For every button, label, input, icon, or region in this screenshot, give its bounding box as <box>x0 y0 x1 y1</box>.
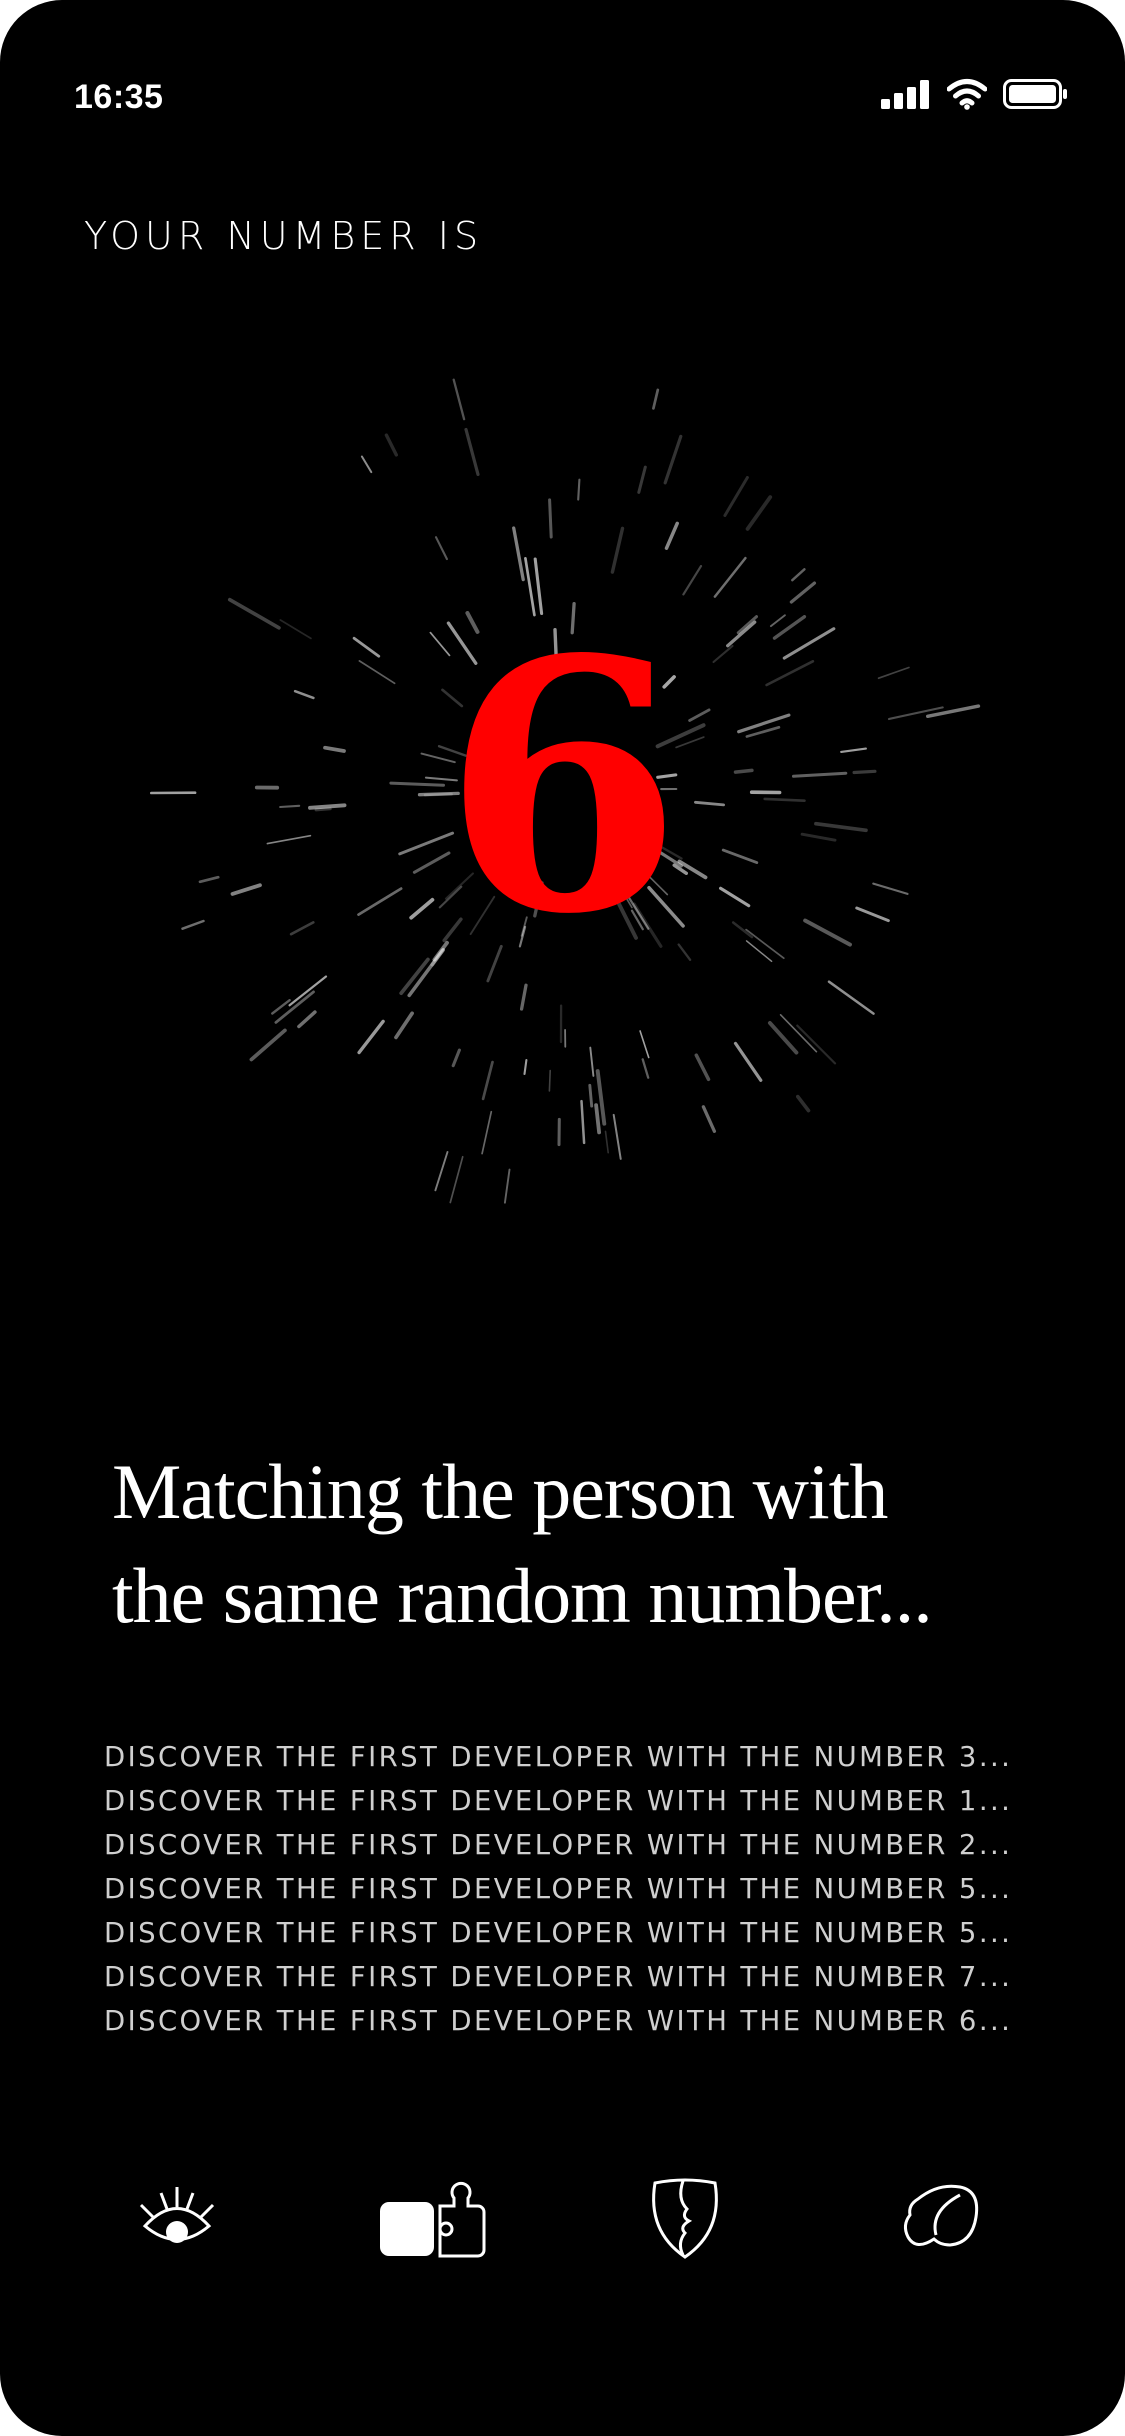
shield-face-icon <box>643 2175 727 2266</box>
matching-headline: Matching the person with the same random… <box>112 1440 1032 1648</box>
tab-shield[interactable] <box>630 2170 740 2270</box>
sparkle-ray <box>594 1103 601 1135</box>
tab-eye[interactable] <box>122 2170 232 2270</box>
discovery-log: DISCOVER THE FIRST DEVELOPER WITH THE NU… <box>104 1735 1012 2043</box>
sparkle-ray <box>610 526 625 574</box>
sparkle-ray <box>384 433 398 457</box>
sparkle-ray <box>580 1099 586 1145</box>
sparkle-ray <box>663 434 683 485</box>
sparkle-ray <box>434 1151 449 1192</box>
sparkle-ray <box>652 388 660 410</box>
sparkle-ray <box>297 1010 317 1029</box>
sparkle-ray <box>779 1013 818 1053</box>
assigned-number: 6 <box>442 585 683 990</box>
sparkle-ray <box>512 526 525 582</box>
sparkle-ray <box>791 568 806 582</box>
sparkle-ray <box>481 1110 493 1155</box>
sparkle-ray <box>694 1053 711 1082</box>
sparkle-ray <box>827 980 875 1015</box>
sparkle-ray <box>588 1083 594 1108</box>
sparkle-ray <box>452 378 466 421</box>
log-entry: DISCOVER THE FIRST DEVELOPER WITH THE NU… <box>104 1829 1013 1861</box>
sparkle-ray <box>481 1060 494 1101</box>
sparkle-ray <box>701 1105 717 1133</box>
sparkle-ray <box>745 495 773 531</box>
sparkle-ray <box>639 1030 650 1059</box>
sparkle-ray <box>733 1041 763 1082</box>
bottom-tab-bar <box>0 2160 1125 2280</box>
sparkle-ray <box>288 975 328 1007</box>
sparkle-ray <box>577 478 581 501</box>
sparkle-ray <box>548 1069 552 1092</box>
puzzle-icon <box>378 2176 488 2265</box>
sparkle-ray <box>249 1028 287 1062</box>
headline-line-1: Matching the person with <box>112 1448 888 1535</box>
sparkle-ray <box>449 1155 464 1204</box>
log-entry: DISCOVER THE FIRST DEVELOPER WITH THE NU… <box>104 1873 1013 1905</box>
tab-cell[interactable] <box>887 2170 997 2270</box>
sparkle-ray <box>394 1011 414 1040</box>
sparkle-ray <box>360 455 373 474</box>
sparkle-ray <box>795 1094 811 1113</box>
log-entry: DISCOVER THE FIRST DEVELOPER WITH THE NU… <box>104 1961 1013 1993</box>
sparkle-ray <box>434 536 448 561</box>
headline-line-2: the same random number... <box>112 1552 933 1639</box>
sparkle-ray <box>357 1019 385 1055</box>
sparkle-ray <box>612 1113 622 1160</box>
log-entry: DISCOVER THE FIRST DEVELOPER WITH THE NU… <box>104 1785 1013 1817</box>
sparkle-ray <box>464 427 480 476</box>
sparkle-ray <box>796 1024 837 1065</box>
sparkle-ray <box>682 564 703 596</box>
sparkle-ray <box>523 1058 528 1076</box>
sparkle-ray <box>604 1130 610 1154</box>
log-entry: DISCOVER THE FIRST DEVELOPER WITH THE NU… <box>104 2005 1013 2037</box>
sparkle-ray <box>641 1058 650 1079</box>
sparkle-ray <box>548 498 553 539</box>
sparkle-ray <box>723 476 749 517</box>
eye-icon <box>137 2183 217 2258</box>
sparkle-ray <box>789 581 817 604</box>
sparkle-ray <box>664 521 679 550</box>
sparkle-ray <box>713 556 747 598</box>
tab-puzzle[interactable] <box>378 2170 488 2270</box>
sparkle-ray <box>503 1168 511 1204</box>
sparkle-ray <box>271 999 291 1015</box>
app-screen: 16:35 YOUR NUMBER IS 6 Matching the pers… <box>0 0 1125 2436</box>
sparkle-ray <box>451 1048 461 1068</box>
log-entry: DISCOVER THE FIRST DEVELOPER WITH THE NU… <box>104 1917 1013 1949</box>
sparkle-ray <box>589 1046 595 1077</box>
sparkle-ray <box>637 465 647 494</box>
cell-icon <box>900 2181 984 2260</box>
log-entry: DISCOVER THE FIRST DEVELOPER WITH THE NU… <box>104 1741 1013 1773</box>
